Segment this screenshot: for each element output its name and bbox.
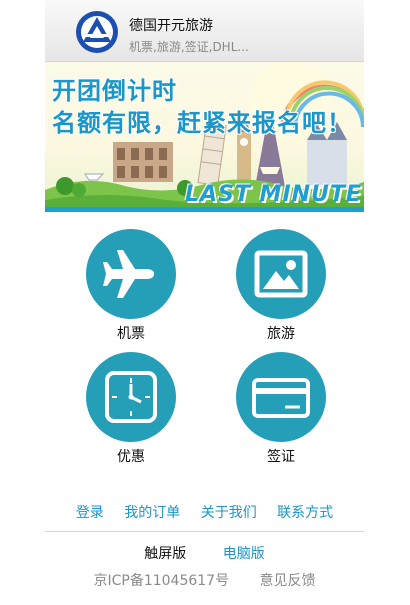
login-link[interactable]: 登录 [76, 505, 104, 521]
my-orders-link[interactable]: 我的订单 [124, 505, 180, 521]
contact-link[interactable]: 联系方式 [277, 505, 333, 521]
visa-label: 签证 [267, 449, 295, 465]
credit-card-icon [252, 378, 310, 418]
airplane-icon [103, 250, 154, 298]
banner-headline: 开团倒计时 [52, 77, 177, 105]
brand-tagline: 机票,旅游,签证,DHL... [129, 40, 249, 54]
pc-version-link[interactable]: 电脑版 [223, 546, 265, 562]
brand-name: 德国开元旅游 [129, 18, 213, 34]
flights-label: 机票 [117, 326, 145, 342]
feedback-link[interactable]: 意见反馈 [260, 573, 316, 589]
touch-version-label: 触屏版 [144, 546, 187, 562]
deals-button[interactable] [86, 352, 176, 442]
footer-divider [45, 531, 364, 532]
menu-tile-tours[interactable]: 旅游 [226, 229, 336, 343]
header: 德国开元旅游 机票,旅游,签证,DHL... [45, 0, 364, 62]
icp-number: 京ICP备11045617号 [93, 573, 230, 589]
page: 德国开元旅游 机票,旅游,签证,DHL... 开团倒计时 名额有限，赶紧来报名吧… [45, 0, 364, 605]
tours-label: 旅游 [267, 326, 295, 342]
brand-logo-icon[interactable] [75, 10, 119, 54]
menu-tile-flights[interactable]: 机票 [76, 229, 186, 343]
deals-label: 优惠 [117, 449, 145, 465]
footer-meta: 京ICP备11045617号 意见反馈 [45, 570, 364, 590]
version-switch: 触屏版 电脑版 [45, 543, 364, 563]
tours-button[interactable] [236, 229, 326, 319]
menu-tile-visa[interactable]: 签证 [226, 352, 336, 466]
about-us-link[interactable]: 关于我们 [201, 505, 257, 521]
clock-icon [105, 371, 157, 423]
menu-tile-deals[interactable]: 优惠 [76, 352, 186, 466]
banner-caption: LAST MINUTE [185, 182, 362, 207]
picture-icon [254, 250, 308, 298]
banner-subheadline: 名额有限，赶紧来报名吧！ [52, 109, 352, 137]
promo-banner[interactable]: 开团倒计时 名额有限，赶紧来报名吧！ LAST MINUTE [45, 62, 364, 212]
visa-button[interactable] [236, 352, 326, 442]
flights-button[interactable] [86, 229, 176, 319]
footer-links: 登录 我的订单 关于我们 联系方式 [45, 502, 364, 522]
